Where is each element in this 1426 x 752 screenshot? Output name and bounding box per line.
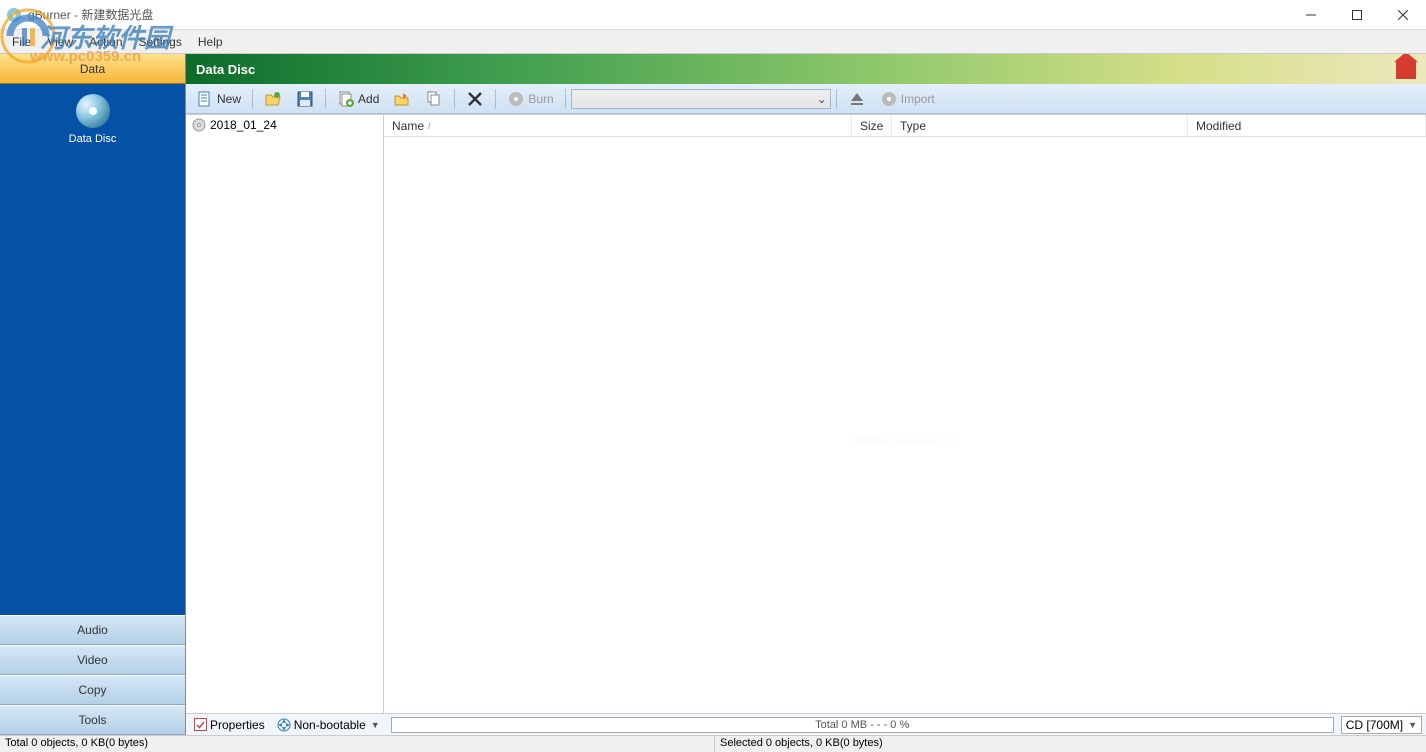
sidebar: Data Data Disc Audio Video Copy Tools [0,54,186,735]
menubar: File View Action Settings Help [0,30,1426,54]
add-button[interactable]: Add [331,87,385,111]
burn-icon [507,90,525,108]
sort-indicator: / [428,121,431,131]
new-button[interactable]: New [190,87,247,111]
column-type[interactable]: Type [892,115,1188,136]
toolbar: New Add [186,84,1426,114]
sidebar-item-data-disc[interactable]: Data Disc [69,94,117,145]
tree-root-item[interactable]: 2018_01_24 [186,115,383,135]
drive-selector[interactable]: ⌄ [571,89,831,109]
background-watermark: www.pc0359.cn [853,430,957,446]
disc-small-icon [192,118,206,132]
bootable-icon [277,718,291,732]
copy-button[interactable] [419,87,449,111]
sidebar-tab-data[interactable]: Data [0,54,185,84]
sidebar-tab-video[interactable]: Video [0,645,185,675]
toolbar-separator [565,89,566,109]
window-title: gBurner - 新建数据光盘 [28,6,153,23]
open-button[interactable] [258,87,288,111]
home-button[interactable] [1396,59,1416,79]
status-total: Total 0 objects, 0 KB(0 bytes) [0,736,715,752]
chevron-down-icon: ▼ [1408,720,1417,730]
list-pane: Name/ Size Type Modified www.pc0359.cn [384,115,1426,713]
column-size[interactable]: Size [852,115,892,136]
delete-icon [466,90,484,108]
column-name[interactable]: Name/ [384,115,852,136]
content-header: Data Disc [186,54,1426,84]
disc-capacity-selector[interactable]: CD [700M] ▼ [1341,716,1422,734]
new-icon [196,90,214,108]
eject-icon [848,90,866,108]
toolbar-separator [252,89,253,109]
save-icon [296,90,314,108]
add-icon [337,90,355,108]
column-modified[interactable]: Modified [1188,115,1426,136]
sidebar-tab-tools[interactable]: Tools [0,705,185,735]
sidebar-tab-audio[interactable]: Audio [0,615,185,645]
status-selected: Selected 0 objects, 0 KB(0 bytes) [715,736,1426,752]
tree-pane: 2018_01_24 [186,115,384,713]
close-button[interactable] [1380,0,1426,30]
toolbar-separator [495,89,496,109]
folder-arrow-icon [393,90,411,108]
content-area: Data Disc New Add [186,54,1426,735]
bootable-button[interactable]: Non-bootable ▼ [273,717,384,733]
maximize-button[interactable] [1334,0,1380,30]
checkbox-icon [194,718,207,731]
content-title: Data Disc [196,62,255,77]
save-button[interactable] [290,87,320,111]
properties-button[interactable]: Properties [190,717,269,733]
menu-file[interactable]: File [4,33,39,51]
copy-icon [425,90,443,108]
menu-view[interactable]: View [39,33,81,51]
extract-button[interactable] [387,87,417,111]
sidebar-item-label: Data Disc [69,133,117,145]
sidebar-content: Data Disc [0,84,185,615]
chevron-down-icon: ▼ [371,720,380,730]
menu-help[interactable]: Help [190,33,231,51]
burn-button[interactable]: Burn [501,87,559,111]
open-folder-icon [264,90,282,108]
menu-settings[interactable]: Settings [131,33,190,51]
list-header: Name/ Size Type Modified [384,115,1426,137]
delete-button[interactable] [460,87,490,111]
app-icon [6,7,22,23]
toolbar-separator [836,89,837,109]
import-icon [880,90,898,108]
disc-icon [76,94,110,128]
toolbar-separator [454,89,455,109]
statusbar: Total 0 objects, 0 KB(0 bytes) Selected … [0,735,1426,752]
progress-bar: Total 0 MB - - - 0 % [391,717,1334,733]
sidebar-tab-copy[interactable]: Copy [0,675,185,705]
tree-item-label: 2018_01_24 [210,118,277,132]
eject-button[interactable] [842,87,872,111]
titlebar: gBurner - 新建数据光盘 [0,0,1426,30]
minimize-button[interactable] [1288,0,1334,30]
menu-action[interactable]: Action [81,33,130,51]
toolbar-separator [325,89,326,109]
import-button[interactable]: Import [874,87,941,111]
disc-footer: Properties Non-bootable ▼ Total 0 MB - -… [186,713,1426,735]
chevron-down-icon: ⌄ [814,92,830,106]
